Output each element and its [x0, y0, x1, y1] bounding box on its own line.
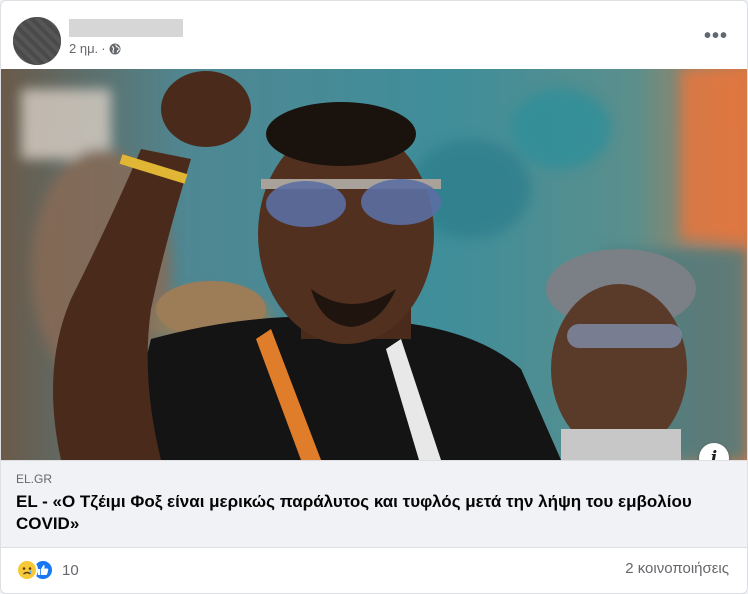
photo-illustration: [1, 69, 747, 460]
meta-separator: ·: [101, 41, 106, 56]
link-headline[interactable]: EL - «Ο Τζέιμι Φοξ είναι μερικώς παράλυτ…: [16, 491, 716, 535]
post-footer: 10 2 κοινοποιήσεις: [1, 547, 747, 593]
post-meta: 2 ημ. ·: [69, 41, 121, 56]
link-domain: EL.GR: [16, 472, 53, 486]
sad-reaction-icon: [16, 559, 38, 581]
redacted-author-name[interactable]: [69, 19, 183, 37]
reaction-count[interactable]: 10: [62, 562, 79, 579]
more-options-icon[interactable]: •••: [701, 25, 731, 47]
link-preview-image[interactable]: [1, 69, 747, 460]
post-time[interactable]: 2 ημ.: [69, 41, 98, 56]
avatar[interactable]: [13, 17, 61, 65]
facebook-post: 2 ημ. · ••• i EL.GR EL - «Ο Τζέιμι Φοξ ε…: [0, 0, 748, 594]
globe-icon[interactable]: [109, 43, 121, 55]
post-header: 2 ημ. · •••: [1, 1, 747, 69]
link-preview[interactable]: EL.GR EL - «Ο Τζέιμι Φοξ είναι μερικώς π…: [1, 460, 747, 548]
reaction-summary[interactable]: 10: [16, 559, 79, 581]
share-count[interactable]: 2 κοινοποιήσεις: [625, 560, 729, 577]
